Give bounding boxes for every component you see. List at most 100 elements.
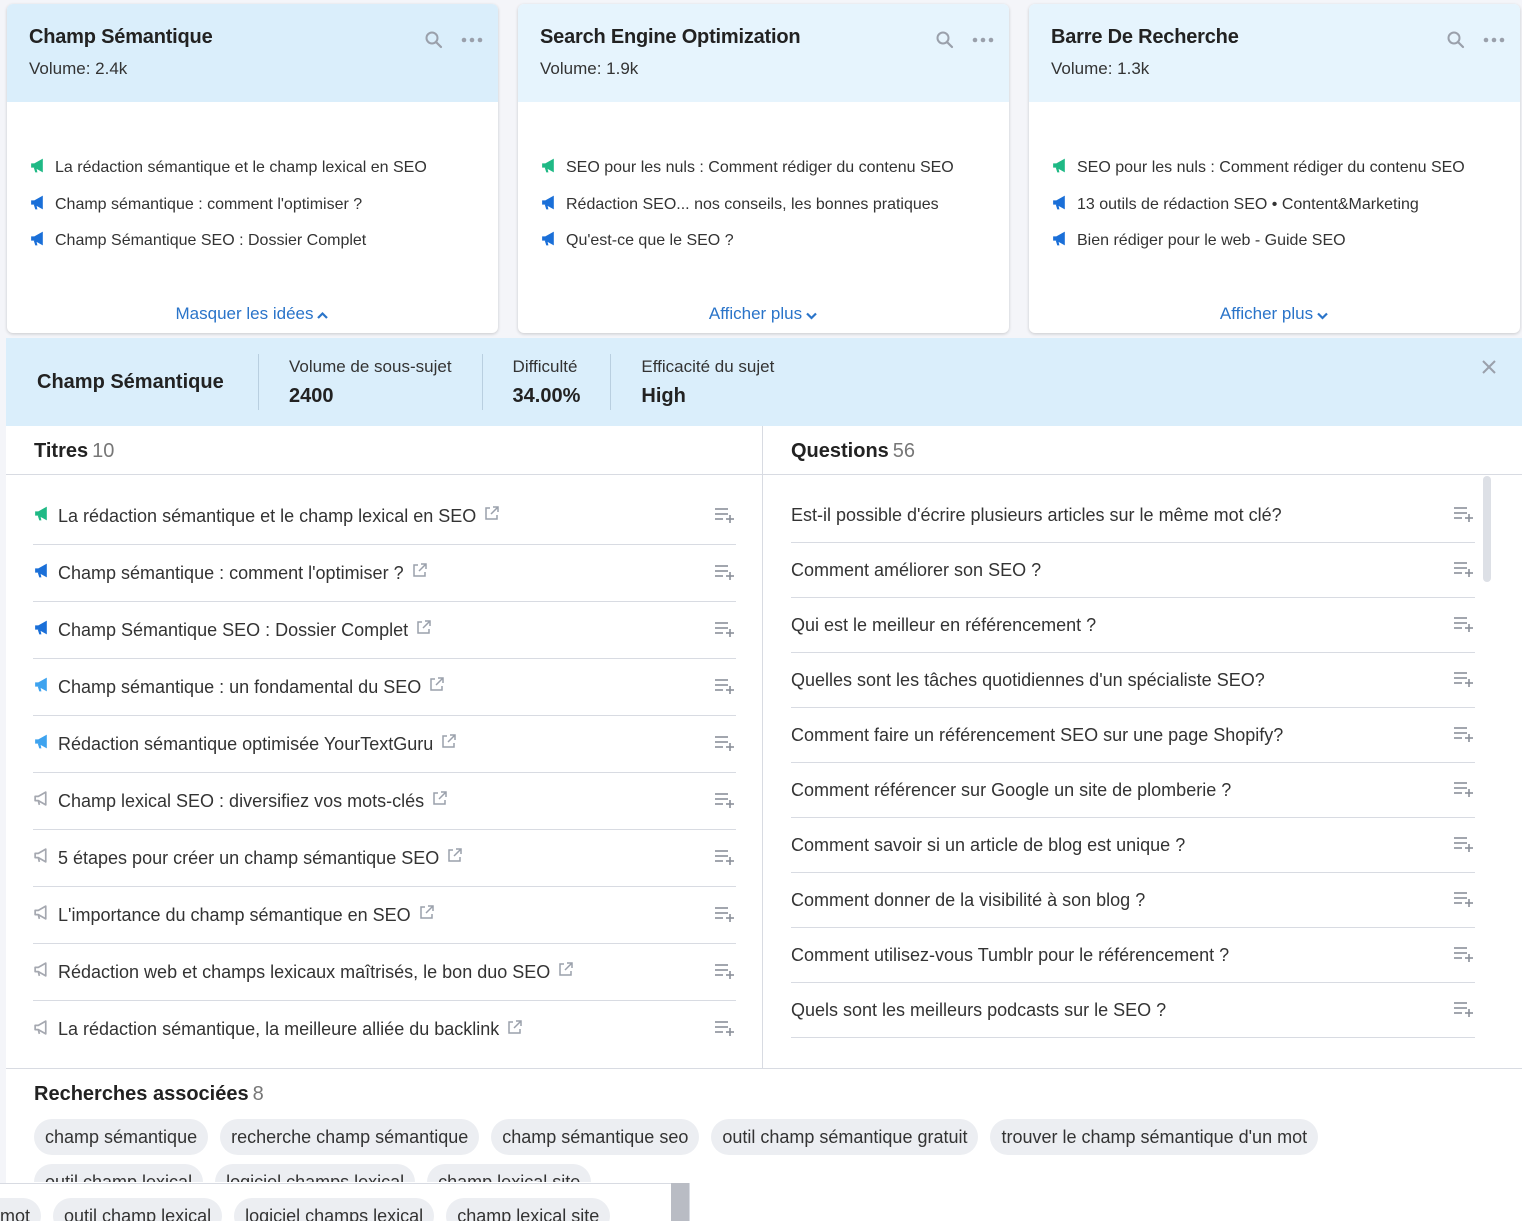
add-to-list-icon[interactable] bbox=[1453, 890, 1475, 908]
show-more-link[interactable]: Afficher plus bbox=[518, 304, 1009, 325]
hide-ideas-link[interactable]: Masquer les idées bbox=[7, 304, 498, 325]
megaphone-green-icon bbox=[540, 157, 557, 179]
question-row: Comment faire un référencement SEO sur u… bbox=[791, 708, 1475, 763]
add-to-list-icon[interactable] bbox=[1453, 725, 1475, 743]
question-text: Comment référencer sur Google un site de… bbox=[791, 779, 1232, 800]
card-footer-label: Afficher plus bbox=[708, 304, 803, 324]
title-text[interactable]: Champ sémantique : comment l'optimiser ? bbox=[58, 563, 404, 584]
title-text[interactable]: La rédaction sémantique, la meilleure al… bbox=[58, 1019, 499, 1040]
add-to-list-icon[interactable] bbox=[714, 962, 736, 980]
question-row: Est-il possible d'écrire plusieurs artic… bbox=[791, 488, 1475, 543]
scrollbar[interactable] bbox=[1483, 476, 1491, 582]
related-search-chip[interactable]: un mot bbox=[0, 1198, 42, 1221]
add-to-list-icon[interactable] bbox=[1453, 560, 1475, 578]
card-idea-item[interactable]: Champ sémantique : comment l'optimiser ? bbox=[29, 187, 478, 224]
metric-value: 2400 bbox=[289, 384, 334, 407]
card-header: Barre De Recherche Volume: 1.3k bbox=[1029, 4, 1520, 102]
metric-value: 34.00% bbox=[512, 384, 581, 407]
external-link-icon[interactable] bbox=[446, 847, 463, 869]
related-search-chip[interactable]: trouver le champ sémantique d'un mot bbox=[990, 1119, 1319, 1155]
search-icon[interactable] bbox=[422, 30, 446, 50]
add-to-list-icon[interactable] bbox=[714, 506, 736, 524]
external-link-icon[interactable] bbox=[415, 619, 432, 641]
add-to-list-icon[interactable] bbox=[714, 848, 736, 866]
external-link-icon[interactable] bbox=[431, 790, 448, 812]
chevron-down-icon bbox=[1316, 305, 1329, 325]
titles-header: Titres 10 bbox=[6, 426, 762, 475]
metric-topic-efficiency: Efficacité du sujet High bbox=[611, 357, 804, 408]
search-icon[interactable] bbox=[933, 30, 957, 50]
external-link-icon[interactable] bbox=[557, 961, 574, 983]
topic-card[interactable]: Champ Sémantique Volume: 2.4k La rédacti… bbox=[7, 4, 498, 333]
related-count: 8 bbox=[252, 1083, 264, 1105]
title-text[interactable]: Rédaction sémantique optimisée YourTextG… bbox=[58, 734, 433, 755]
card-idea-item[interactable]: Qu'est-ce que le SEO ? bbox=[540, 223, 989, 260]
card-idea-item[interactable]: 13 outils de rédaction SEO • Content&Mar… bbox=[1051, 187, 1500, 224]
related-search-chip[interactable]: logiciel champs lexical bbox=[234, 1198, 435, 1221]
related-search-chip[interactable]: outil champ lexical bbox=[34, 1164, 204, 1182]
add-to-list-icon[interactable] bbox=[714, 791, 736, 809]
external-link-icon[interactable] bbox=[411, 562, 428, 584]
add-to-list-icon[interactable] bbox=[714, 677, 736, 695]
close-icon[interactable] bbox=[1480, 358, 1498, 376]
question-text: Comment améliorer son SEO ? bbox=[791, 559, 1042, 580]
search-icon[interactable] bbox=[1444, 30, 1468, 50]
add-to-list-icon[interactable] bbox=[1453, 780, 1475, 798]
topic-card[interactable]: Barre De Recherche Volume: 1.3k SEO pour… bbox=[1029, 4, 1520, 333]
card-idea-item[interactable]: Bien rédiger pour le web - Guide SEO bbox=[1051, 223, 1500, 260]
card-idea-text: Qu'est-ce que le SEO ? bbox=[566, 232, 734, 250]
add-to-list-icon[interactable] bbox=[1453, 1000, 1475, 1018]
related-search-chip[interactable]: logiciel champs lexical bbox=[215, 1164, 416, 1182]
card-idea-item[interactable]: SEO pour les nuls : Comment rédiger du c… bbox=[540, 150, 989, 187]
question-text: Comment faire un référencement SEO sur u… bbox=[791, 724, 1284, 745]
megaphone-green-icon bbox=[29, 157, 46, 179]
title-text[interactable]: 5 étapes pour créer un champ sémantique … bbox=[58, 848, 439, 869]
question-text: Qui est le meilleur en référencement ? bbox=[791, 614, 1097, 635]
megaphone-lightblue-icon bbox=[33, 676, 50, 698]
card-idea-item[interactable]: Rédaction SEO... nos conseils, les bonne… bbox=[540, 187, 989, 224]
related-search-chip[interactable]: champ sémantique seo bbox=[491, 1119, 700, 1155]
add-to-list-icon[interactable] bbox=[714, 620, 736, 638]
card-idea-item[interactable]: Champ Sémantique SEO : Dossier Complet bbox=[29, 223, 478, 260]
related-search-chip[interactable]: champ lexical site bbox=[446, 1198, 611, 1221]
related-search-chip[interactable]: champ lexical site bbox=[427, 1164, 592, 1182]
add-to-list-icon[interactable] bbox=[714, 1019, 736, 1037]
title-text[interactable]: Champ sémantique : un fondamental du SEO bbox=[58, 677, 421, 698]
external-link-icon[interactable] bbox=[483, 505, 500, 527]
scroll-thumb[interactable] bbox=[671, 1183, 689, 1221]
metric-label: Volume de sous-sujet bbox=[289, 356, 452, 376]
add-to-list-icon[interactable] bbox=[1453, 835, 1475, 853]
card-footer-label: Afficher plus bbox=[1219, 304, 1314, 324]
card-idea-item[interactable]: La rédaction sémantique et le champ lexi… bbox=[29, 150, 478, 187]
title-text[interactable]: La rédaction sémantique et le champ lexi… bbox=[58, 506, 476, 527]
more-options-icon[interactable] bbox=[1482, 30, 1506, 50]
related-search-chip[interactable]: outil champ lexical bbox=[53, 1198, 223, 1221]
show-more-link[interactable]: Afficher plus bbox=[1029, 304, 1520, 325]
title-text[interactable]: L'importance du champ sémantique en SEO bbox=[58, 905, 411, 926]
card-idea-item[interactable]: SEO pour les nuls : Comment rédiger du c… bbox=[1051, 150, 1500, 187]
external-link-icon[interactable] bbox=[428, 676, 445, 698]
add-to-list-icon[interactable] bbox=[714, 563, 736, 581]
megaphone-blue-icon bbox=[29, 194, 46, 216]
external-link-icon[interactable] bbox=[506, 1019, 523, 1041]
external-link-icon[interactable] bbox=[418, 904, 435, 926]
megaphone-lightblue-icon bbox=[33, 733, 50, 755]
topic-card[interactable]: Search Engine Optimization Volume: 1.9k … bbox=[518, 4, 1009, 333]
question-row: Quelles sont les tâches quotidiennes d'u… bbox=[791, 653, 1475, 708]
add-to-list-icon[interactable] bbox=[1453, 670, 1475, 688]
add-to-list-icon[interactable] bbox=[714, 734, 736, 752]
add-to-list-icon[interactable] bbox=[1453, 945, 1475, 963]
external-link-icon[interactable] bbox=[440, 733, 457, 755]
title-text[interactable]: Rédaction web et champs lexicaux maîtris… bbox=[58, 962, 550, 983]
more-options-icon[interactable] bbox=[971, 30, 995, 50]
card-idea-text: La rédaction sémantique et le champ lexi… bbox=[55, 159, 427, 177]
title-text[interactable]: Champ lexical SEO : diversifiez vos mots… bbox=[58, 791, 424, 812]
related-search-chip[interactable]: recherche champ sémantique bbox=[220, 1119, 480, 1155]
related-search-chip[interactable]: champ sémantique bbox=[34, 1119, 209, 1155]
more-options-icon[interactable] bbox=[460, 30, 484, 50]
add-to-list-icon[interactable] bbox=[1453, 615, 1475, 633]
title-text[interactable]: Champ Sémantique SEO : Dossier Complet bbox=[58, 620, 408, 641]
add-to-list-icon[interactable] bbox=[714, 905, 736, 923]
related-search-chip[interactable]: outil champ sémantique gratuit bbox=[711, 1119, 979, 1155]
add-to-list-icon[interactable] bbox=[1453, 505, 1475, 523]
